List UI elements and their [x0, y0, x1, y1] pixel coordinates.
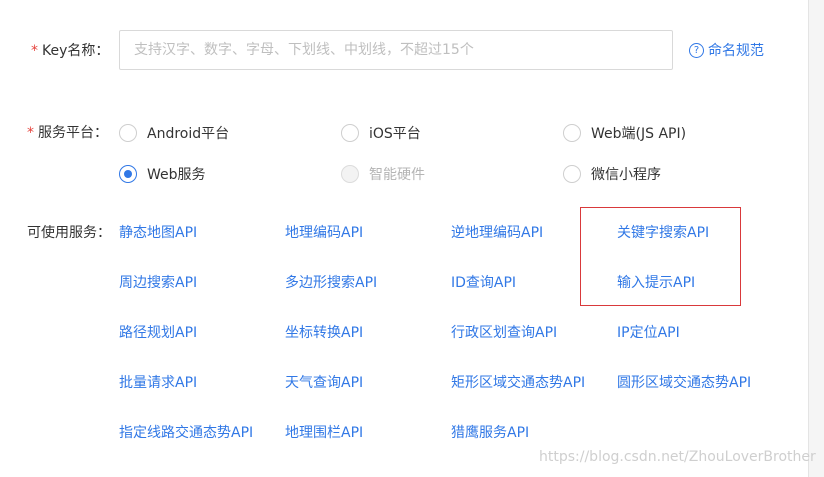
radio-web-service[interactable]: Web服务 — [119, 164, 206, 184]
radio-label: 微信小程序 — [591, 167, 661, 183]
service-link-batch-request[interactable]: 批量请求API — [119, 372, 197, 392]
platform-label-text: 服务平台： — [38, 125, 108, 141]
radio-circle — [563, 165, 581, 183]
radio-wechat-miniprogram[interactable]: 微信小程序 — [563, 164, 661, 184]
question-circle-icon: ? — [689, 42, 704, 58]
service-link-geofence[interactable]: 地理围栏API — [285, 422, 363, 442]
radio-circle — [563, 124, 581, 142]
radio-label: 智能硬件 — [369, 167, 425, 183]
radio-label: Web服务 — [147, 167, 206, 183]
radio-smart-hardware: 智能硬件 — [341, 164, 425, 184]
service-link-circle-traffic[interactable]: 圆形区域交通态势API — [617, 372, 751, 392]
service-link-ip-location[interactable]: IP定位API — [617, 322, 680, 342]
naming-rules-link[interactable]: ? 命名规范 — [689, 40, 764, 60]
service-link-static-map[interactable]: 静态地图API — [119, 222, 197, 242]
radio-label: iOS平台 — [369, 126, 421, 142]
service-link-falcon[interactable]: 猎鹰服务API — [451, 422, 529, 442]
service-link-polygon-search[interactable]: 多边形搜索API — [285, 272, 377, 292]
service-link-keyword-search[interactable]: 关键字搜索API — [617, 222, 709, 242]
required-mark: * — [31, 43, 38, 59]
radio-circle — [119, 124, 137, 142]
service-link-reverse-geocoding[interactable]: 逆地理编码API — [451, 222, 543, 242]
services-label: 可使用服务： — [27, 225, 111, 241]
radio-ios[interactable]: iOS平台 — [341, 123, 421, 143]
service-link-rectangle-traffic[interactable]: 矩形区域交通态势API — [451, 372, 585, 392]
service-link-weather-query[interactable]: 天气查询API — [285, 372, 363, 392]
radio-web-js-api[interactable]: Web端(JS API) — [563, 123, 686, 143]
required-mark: * — [27, 125, 34, 141]
naming-rules-text: 命名规范 — [708, 43, 764, 59]
service-link-input-tips[interactable]: 输入提示API — [617, 272, 695, 292]
key-name-label-text: Key名称： — [42, 43, 110, 59]
service-link-geocoding[interactable]: 地理编码API — [285, 222, 363, 242]
radio-circle — [341, 124, 359, 142]
platform-label: * 服务平台： — [27, 122, 108, 142]
radio-label: Android平台 — [147, 126, 230, 142]
service-link-around-search[interactable]: 周边搜索API — [119, 272, 197, 292]
key-name-input[interactable] — [119, 30, 673, 70]
service-link-road-traffic[interactable]: 指定线路交通态势API — [119, 422, 253, 442]
key-name-label: * Key名称： — [31, 40, 109, 60]
radio-circle-selected — [119, 165, 137, 183]
radio-circle-disabled — [341, 165, 359, 183]
service-link-id-query[interactable]: ID查询API — [451, 272, 516, 292]
service-link-coordinate-convert[interactable]: 坐标转换API — [285, 322, 363, 342]
service-link-district-query[interactable]: 行政区划查询API — [451, 322, 557, 342]
radio-android[interactable]: Android平台 — [119, 123, 229, 143]
service-link-route-planning[interactable]: 路径规划API — [119, 322, 197, 342]
scrollbar-track[interactable] — [808, 0, 824, 477]
radio-label: Web端(JS API) — [591, 126, 687, 142]
watermark: https://blog.csdn.net/ZhouLoverBrother — [539, 449, 816, 465]
